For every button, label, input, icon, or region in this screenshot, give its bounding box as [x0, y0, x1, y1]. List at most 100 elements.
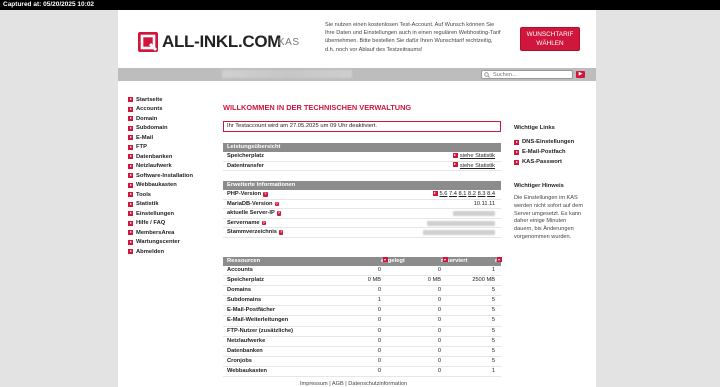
php-version-option[interactable]: 8.4	[487, 191, 495, 197]
table-row: Accounts 0 0 1	[223, 266, 501, 277]
nav-item-label: Wartungscenter	[136, 239, 180, 246]
table-row: Webbaukasten 0 0 1	[223, 367, 501, 378]
choose-tariff-button[interactable]: WUNSCHTARIF WÄHLEN	[520, 27, 580, 51]
arrow-bullet-icon	[128, 239, 133, 245]
table-row: E-Mail-Weiterleitungen 0 0 5	[223, 316, 501, 327]
resource-angelegt: 0	[377, 337, 381, 344]
nav-item-software-installation[interactable]: Software-Installation	[128, 171, 193, 181]
resource-reserviert: 0	[437, 317, 441, 324]
arrow-bullet-icon	[452, 162, 458, 168]
arrow-bullet-icon	[128, 201, 133, 207]
nav-item-ftp[interactable]: FTP	[128, 143, 193, 153]
arrow-bullet-icon	[514, 139, 519, 145]
nav-item-label: Einstellungen	[136, 210, 175, 217]
nav-item-netzlaufwerk[interactable]: Netzlaufwerk	[128, 162, 193, 172]
search-submit-button[interactable]: ▶	[576, 71, 585, 78]
link-email-postfach[interactable]: E-Mail-Postfach	[514, 147, 586, 157]
resource-angelegt: 0	[377, 287, 381, 294]
resource-name: Datenbanken	[227, 347, 263, 354]
statistik-link[interactable]: siehe Statistik	[452, 162, 495, 171]
arrow-bullet-icon	[128, 182, 133, 188]
help-icon[interactable]: ?	[263, 191, 268, 197]
nav-item-label: Startseite	[136, 96, 163, 103]
nav-item-datenbanken[interactable]: Datenbanken	[128, 152, 193, 162]
resource-name: Webbaukasten	[227, 367, 268, 374]
search-input[interactable]	[481, 70, 573, 79]
resources-header-row: Ressourcen angelegt reserviert möglich	[223, 257, 517, 266]
php-version-option[interactable]: 8.2	[468, 191, 476, 197]
header: ALL-INKL.COM KAS Sie nutzen einen kosten…	[118, 10, 596, 68]
nav-item-hilfe-faq[interactable]: Hilfe / FAQ	[128, 219, 193, 229]
link-dns-einstellungen[interactable]: DNS-Einstellungen	[514, 137, 586, 147]
help-icon[interactable]: ?	[274, 201, 280, 207]
nav-item-label: MembersArea	[136, 229, 175, 236]
servername-row: Servername?	[223, 219, 501, 229]
important-links-list: DNS-Einstellungen E-Mail-Postfach KAS-Pa…	[514, 137, 586, 167]
redacted-value	[427, 220, 495, 226]
resource-moeglich: 5	[491, 317, 495, 324]
resource-name: Netzlaufwerke	[227, 337, 266, 344]
resource-moeglich: 5	[491, 307, 495, 314]
footer-links[interactable]: Impressum | AGB | Datenschutzinformation	[300, 381, 407, 387]
resource-moeglich: 5	[491, 287, 495, 294]
nav-item-label: Accounts	[136, 106, 163, 113]
resource-moeglich: 1	[491, 367, 495, 374]
php-version-option[interactable]: 8.1	[459, 191, 467, 197]
nav-item-domain[interactable]: Domain	[128, 114, 193, 124]
arrow-bullet-icon	[128, 154, 133, 160]
php-version-option[interactable]: 7.4	[449, 191, 457, 197]
resource-reserviert: 0	[437, 297, 441, 304]
php-version-option[interactable]: 5.6	[440, 191, 448, 197]
help-icon[interactable]: ?	[278, 230, 284, 235]
link-kas-passwort[interactable]: KAS-Passwort	[514, 157, 586, 167]
statistik-link-label: siehe Statistik	[459, 153, 495, 159]
row-label: Stammverzeichnis	[227, 229, 277, 236]
logo-subtitle: KAS	[278, 37, 300, 48]
statistik-link[interactable]: siehe Statistik	[452, 152, 495, 161]
table-row: Speicherplatz 0 MB 0 MB 2500 MB	[223, 276, 501, 287]
table-row: Subdomains 1 0 5	[223, 296, 501, 307]
nav-item-abmelden[interactable]: Abmelden	[128, 247, 193, 257]
choose-tariff-line1: WUNSCHTARIF	[526, 31, 574, 38]
nav-item-membersarea[interactable]: MembersArea	[128, 228, 193, 238]
overview-row-datentransfer: Datentransfer siehe Statistik	[223, 162, 501, 172]
sort-icon	[382, 257, 388, 262]
arrow-bullet-icon	[514, 149, 519, 155]
table-row: Domains 0 0 5	[223, 286, 501, 297]
nav-item-wartungscenter[interactable]: Wartungscenter	[128, 238, 193, 248]
row-label: MariaDB-Version	[227, 200, 273, 207]
stammverzeichnis-row: Stammverzeichnis?	[223, 228, 501, 238]
php-version-option[interactable]: 8.3	[478, 191, 486, 197]
php-version-list: 5.6 7.4 8.1 8.2 8.3 8.4	[432, 190, 495, 199]
resource-reserviert: 0	[437, 327, 441, 334]
nav-item-label: FTP	[136, 144, 147, 151]
nav-item-email[interactable]: E-Mail	[128, 133, 193, 143]
nav-item-subdomain[interactable]: Subdomain	[128, 124, 193, 134]
capture-timestamp-bar: Captured at: 05/20/2025 10:02	[0, 0, 720, 10]
page-wrapper: ALL-INKL.COM KAS Sie nutzen einen kosten…	[118, 10, 596, 387]
resource-angelegt: 0	[377, 367, 381, 374]
resource-name: Speicherplatz	[227, 277, 264, 284]
nav-item-accounts[interactable]: Accounts	[128, 105, 193, 115]
overview-box: Leistungsübersicht Speicherplatz siehe S…	[223, 143, 501, 172]
nav-item-label: Subdomain	[136, 125, 168, 132]
arrow-bullet-icon	[128, 249, 133, 255]
nav-item-tools[interactable]: Tools	[128, 190, 193, 200]
all-inkl-logo-icon	[138, 32, 158, 52]
nav-item-einstellungen[interactable]: Einstellungen	[128, 209, 193, 219]
resource-angelegt: 0	[377, 347, 381, 354]
help-icon[interactable]: ?	[261, 220, 267, 226]
table-row: Netzlaufwerke 0 0 5	[223, 337, 501, 347]
resource-reserviert: 0	[437, 367, 441, 374]
help-icon[interactable]: ?	[276, 211, 282, 216]
table-row: Datenbanken 0 0 5	[223, 347, 501, 357]
nav-item-statistik[interactable]: Statistik	[128, 200, 193, 210]
nav-item-webbaukasten[interactable]: Webbaukasten	[128, 181, 193, 191]
resource-reserviert: 0	[437, 267, 441, 273]
arrow-bullet-icon	[128, 144, 133, 150]
col-header-ressourcen: Ressourcen	[227, 258, 261, 264]
arrow-bullet-icon	[514, 159, 519, 165]
nav-item-startseite[interactable]: Startseite	[128, 95, 193, 105]
logo-text[interactable]: ALL-INKL.COM	[162, 32, 281, 52]
resource-name: Cronjobs	[227, 357, 252, 364]
